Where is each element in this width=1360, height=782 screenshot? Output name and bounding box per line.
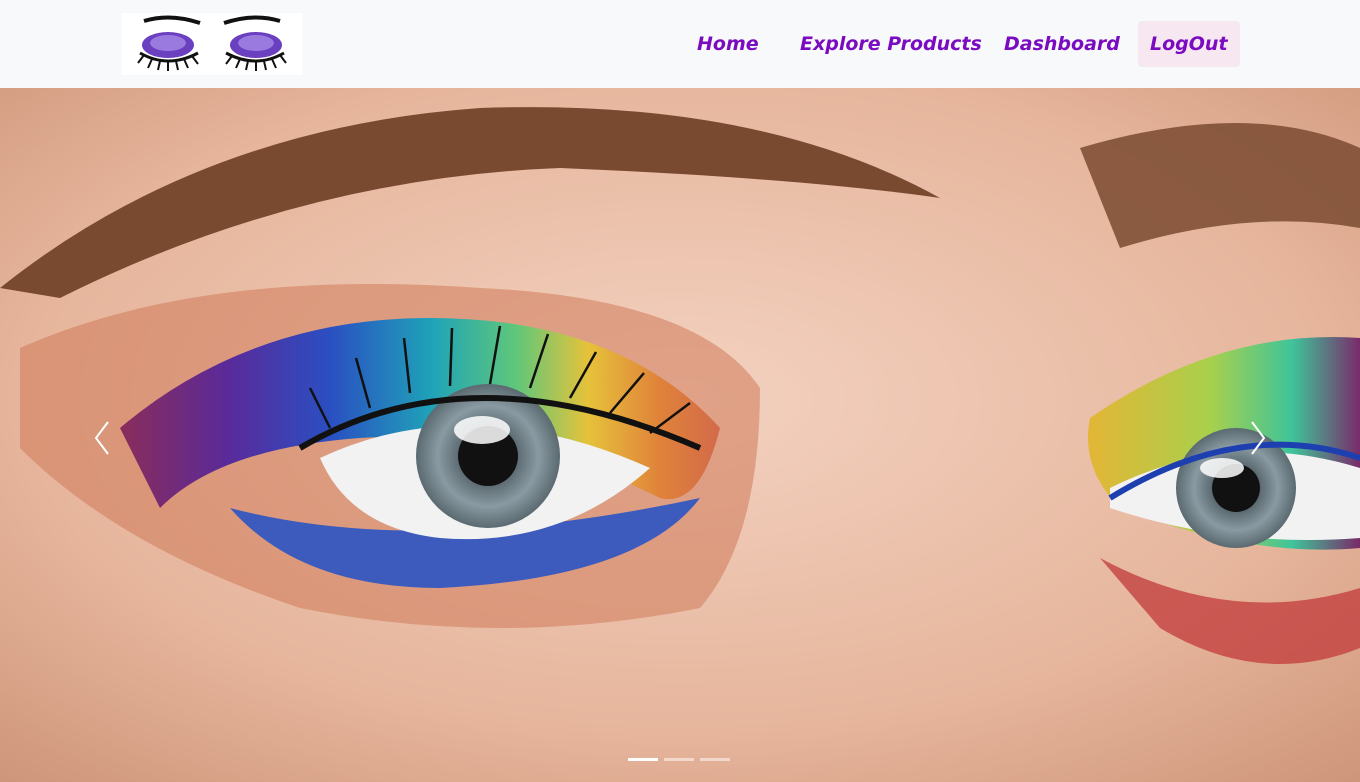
logout-button[interactable]: LogOut	[1138, 21, 1240, 67]
slide-image	[0, 88, 1360, 782]
nav-dashboard-link[interactable]: Dashboard	[992, 21, 1132, 67]
nav-home-link[interactable]: Home	[685, 21, 771, 67]
carousel-next-button[interactable]	[1228, 408, 1288, 468]
navbar: Home Explore Products Dashboard LogOut	[0, 0, 1360, 88]
carousel-indicator-2[interactable]	[664, 758, 694, 761]
hero-carousel	[0, 88, 1360, 782]
carousel-prev-button[interactable]	[72, 408, 132, 468]
nav-explore-products-link[interactable]: Explore Products	[788, 21, 994, 67]
chevron-right-icon	[1251, 421, 1266, 455]
chevron-left-icon	[94, 421, 109, 455]
carousel-indicator-1[interactable]	[628, 758, 658, 761]
eyes-logo-icon	[137, 15, 287, 71]
brand-logo[interactable]	[122, 13, 302, 75]
carousel-indicators	[628, 758, 732, 764]
carousel-indicator-3[interactable]	[700, 758, 730, 761]
